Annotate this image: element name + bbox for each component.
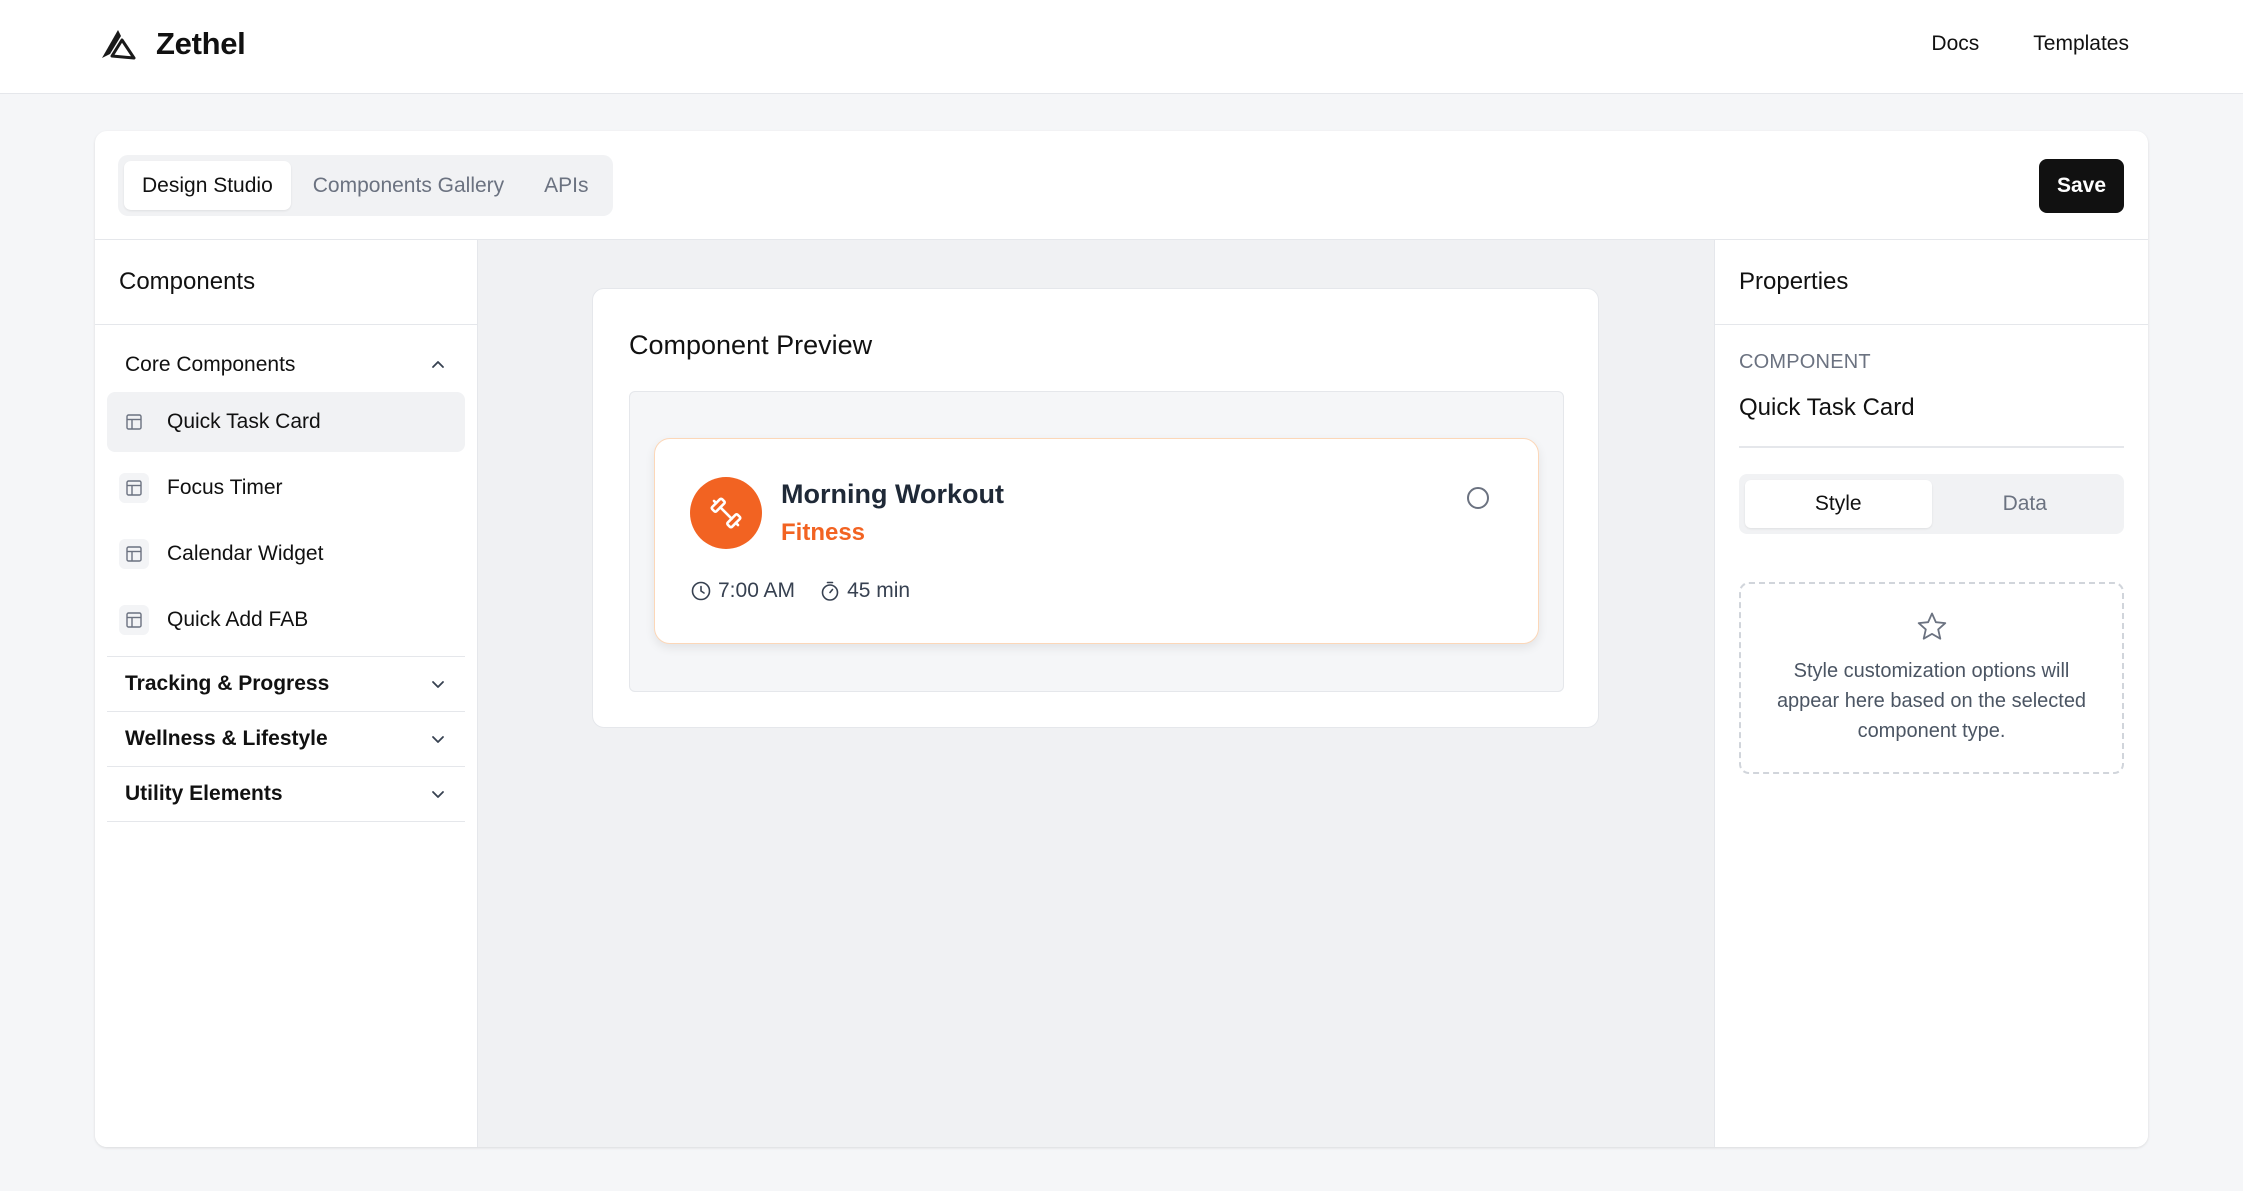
sidebar-item-quick-add-fab[interactable]: Quick Add FAB xyxy=(107,590,465,650)
chevron-down-icon xyxy=(432,791,444,798)
empty-state-text: Style customization options will appear … xyxy=(1776,660,2087,742)
layout-icon xyxy=(119,605,149,635)
tab-apis[interactable]: APIs xyxy=(526,161,606,210)
top-nav-links: Docs Templates xyxy=(1931,32,2129,56)
task-complete-checkbox[interactable] xyxy=(1467,487,1489,509)
task-title: Morning Workout xyxy=(781,479,1004,509)
tab-style[interactable]: Style xyxy=(1745,480,1932,528)
sidebar-item-label: Quick Add FAB xyxy=(167,608,309,631)
sidebar-item-calendar-widget[interactable]: Calendar Widget xyxy=(107,524,465,584)
sidebar-header: Components xyxy=(95,240,477,325)
nav-link-docs[interactable]: Docs xyxy=(1931,32,1979,56)
components-sidebar: Components Core Components Quick Task Ca… xyxy=(95,240,478,1147)
sidebar-item-focus-timer[interactable]: Focus Timer xyxy=(107,458,465,518)
sidebar-item-label: Calendar Widget xyxy=(167,542,324,565)
layout-icon xyxy=(119,407,149,437)
task-time: 7:00 AM xyxy=(690,579,795,603)
sidebar-item-label: Quick Task Card xyxy=(167,410,321,433)
task-time-value: 7:00 AM xyxy=(718,579,796,602)
workspace: Design Studio Components Gallery APIs Sa… xyxy=(95,131,2148,1147)
component-kicker: COMPONENT xyxy=(1739,351,1871,373)
top-navbar: Zethel Docs Templates xyxy=(0,0,2243,94)
group-wellness-lifestyle[interactable]: Wellness & Lifestyle xyxy=(107,712,465,767)
task-duration: 45 min xyxy=(819,579,910,603)
brand[interactable]: Zethel xyxy=(98,26,246,62)
clock-icon xyxy=(691,581,711,601)
group-label: Utility Elements xyxy=(125,782,283,805)
component-name: Quick Task Card xyxy=(1739,394,2124,448)
layout-icon xyxy=(119,473,149,503)
dumbbell-icon xyxy=(710,497,742,529)
workspace-header: Design Studio Components Gallery APIs Sa… xyxy=(95,131,2148,240)
chevron-up-icon xyxy=(432,360,444,368)
brand-name: Zethel xyxy=(156,26,246,61)
save-button[interactable]: Save xyxy=(2039,159,2124,213)
sidebar-item-label: Focus Timer xyxy=(167,476,283,499)
tab-data[interactable]: Data xyxy=(1932,480,2119,528)
task-duration-value: 45 min xyxy=(847,579,911,602)
sidebar-title: Components xyxy=(119,268,256,295)
task-category-avatar xyxy=(690,477,762,549)
component-preview-panel: Component Preview Morning Workout Fitnes… xyxy=(592,288,1599,728)
tab-components-gallery[interactable]: Components Gallery xyxy=(295,161,522,210)
preview-stage: Morning Workout Fitness 7:00 AM 45 min xyxy=(629,391,1564,692)
chevron-down-icon xyxy=(432,681,444,688)
tab-design-studio[interactable]: Design Studio xyxy=(124,161,291,210)
group-label: Core Components xyxy=(125,352,296,376)
sidebar-item-quick-task-card[interactable]: Quick Task Card xyxy=(107,392,465,452)
group-tracking-progress[interactable]: Tracking & Progress xyxy=(107,657,465,712)
style-empty-state: Style customization options will appear … xyxy=(1739,582,2124,774)
group-utility-elements[interactable]: Utility Elements xyxy=(107,767,465,822)
preview-title: Component Preview xyxy=(629,330,873,360)
group-core-components[interactable]: Core Components xyxy=(107,337,465,392)
group-label: Tracking & Progress xyxy=(125,672,330,695)
nav-link-templates[interactable]: Templates xyxy=(2033,32,2129,56)
task-category: Fitness xyxy=(781,519,866,546)
properties-header: Properties xyxy=(1715,240,2148,325)
properties-segmented-control: Style Data xyxy=(1739,474,2124,534)
properties-title: Properties xyxy=(1739,268,1849,295)
group-label: Wellness & Lifestyle xyxy=(125,727,328,750)
zethel-logo-icon xyxy=(102,30,136,60)
properties-panel: Properties COMPONENT Quick Task Card Sty… xyxy=(1714,240,2148,1147)
layout-icon xyxy=(119,539,149,569)
timer-icon xyxy=(821,581,839,601)
mode-tabs: Design Studio Components Gallery APIs xyxy=(118,155,613,216)
quick-task-card[interactable]: Morning Workout Fitness 7:00 AM 45 min xyxy=(654,438,1539,644)
star-icon xyxy=(1917,612,1946,640)
design-canvas: Component Preview Morning Workout Fitnes… xyxy=(478,240,1714,1147)
chevron-down-icon xyxy=(432,736,444,743)
task-meta: 7:00 AM 45 min xyxy=(690,579,910,603)
